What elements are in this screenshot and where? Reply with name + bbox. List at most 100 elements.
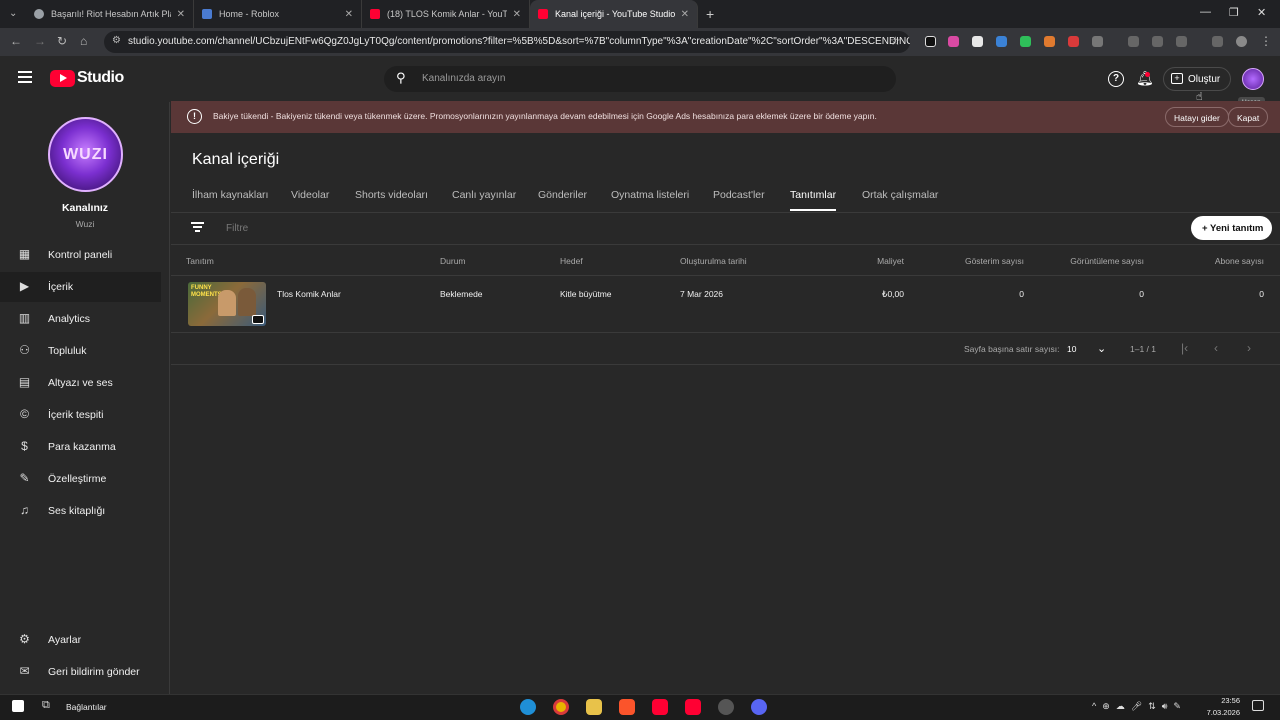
- tab-live[interactable]: Canlı yayınlar: [452, 189, 516, 201]
- back-icon[interactable]: ←: [10, 34, 22, 48]
- extension-icon[interactable]: [1044, 36, 1055, 47]
- column-header-views[interactable]: Görüntüleme sayısı: [1024, 256, 1144, 266]
- table-row[interactable]: [171, 276, 1280, 332]
- previous-page-icon[interactable]: ‹: [1214, 341, 1218, 355]
- channel-search-input[interactable]: ⚲ Kanalınızda arayın: [384, 66, 896, 92]
- column-header-impressions[interactable]: Gösterim sayısı: [904, 256, 1024, 266]
- sidebar-item-settings[interactable]: ⚙ Ayarlar: [0, 625, 161, 655]
- fix-error-button[interactable]: Hatayı gider: [1165, 107, 1229, 127]
- system-tray-icons[interactable]: ^⊕☁🎤︎⇅🔊︎✎: [1092, 701, 1187, 712]
- sidebar-item-audio-library[interactable]: ♫ Ses kitaplığı: [0, 496, 161, 526]
- tab-search-button[interactable]: ⌄: [0, 0, 26, 28]
- history-icon[interactable]: [1176, 36, 1187, 47]
- rows-per-page-value[interactable]: 10: [1067, 344, 1076, 354]
- close-icon[interactable]: ✕: [345, 9, 353, 20]
- column-header-cost[interactable]: Maliyet: [804, 256, 904, 266]
- edge-browser-icon[interactable]: [520, 699, 536, 715]
- close-icon[interactable]: ✕: [513, 9, 521, 20]
- tab-videos[interactable]: Videolar: [291, 189, 329, 201]
- extension-icon[interactable]: [948, 36, 959, 47]
- obs-icon[interactable]: [718, 699, 734, 715]
- new-promotion-button[interactable]: + Yeni tanıtım: [1191, 216, 1272, 240]
- promotion-views: 0: [1139, 289, 1144, 299]
- youtube-app-icon[interactable]: [685, 699, 701, 715]
- tab-shorts[interactable]: Shorts videoları: [355, 189, 428, 201]
- extensions-puzzle-icon[interactable]: [1092, 36, 1103, 47]
- filter-input[interactable]: Filtre: [226, 223, 248, 234]
- browser-tab-studio[interactable]: Kanal içeriği - YouTube Studio ✕: [530, 0, 698, 28]
- youtube-app-icon[interactable]: [652, 699, 668, 715]
- passwords-icon[interactable]: [1128, 36, 1139, 47]
- sidebar-item-copyright[interactable]: © İçerik tespiti: [0, 400, 161, 430]
- promotion-name[interactable]: Tlos Komik Anlar: [277, 289, 341, 299]
- browser-menu-icon[interactable]: ⋮: [1260, 34, 1272, 48]
- restore-icon[interactable]: ❐: [1229, 6, 1239, 19]
- notification-center-icon[interactable]: [1252, 700, 1264, 711]
- url-bar[interactable]: ⚙ studio.youtube.com/channel/UCbzujENtFw…: [104, 31, 910, 53]
- file-explorer-icon[interactable]: [586, 699, 602, 715]
- chrome-browser-icon[interactable]: [553, 699, 569, 715]
- minimize-icon[interactable]: —: [1200, 6, 1211, 18]
- browser-tab-roblox[interactable]: Home - Roblox ✕: [194, 0, 362, 28]
- column-header-subscribers[interactable]: Abone sayısı: [1144, 256, 1264, 266]
- close-banner-button[interactable]: Kapat: [1228, 107, 1269, 127]
- extension-icon[interactable]: [1020, 36, 1031, 47]
- reload-icon[interactable]: ↻: [57, 34, 67, 48]
- create-button[interactable]: + Oluştur: [1163, 67, 1231, 91]
- close-icon[interactable]: ✕: [177, 9, 185, 20]
- column-header-created[interactable]: Oluşturulma tarihi: [680, 256, 747, 266]
- chevron-down-icon[interactable]: ⌄: [1097, 342, 1106, 355]
- hamburger-menu-icon[interactable]: [18, 71, 32, 83]
- extension-icon[interactable]: [996, 36, 1007, 47]
- home-icon[interactable]: ⌂: [80, 34, 87, 48]
- browser-tab-youtube[interactable]: (18) TLOS Komik Anlar - YouTub ✕: [362, 0, 530, 28]
- clock-time[interactable]: 23:56: [1204, 696, 1240, 705]
- extension-icon[interactable]: [972, 36, 983, 47]
- extension-icon[interactable]: [1068, 36, 1079, 47]
- tab-collaborations[interactable]: Ortak çalışmalar: [862, 189, 938, 201]
- column-header-status[interactable]: Durum: [440, 256, 466, 266]
- windows-start-icon[interactable]: [12, 700, 24, 712]
- close-icon[interactable]: ✕: [681, 9, 689, 20]
- brave-browser-icon[interactable]: [619, 699, 635, 715]
- site-info-icon[interactable]: ⚙: [112, 35, 121, 46]
- sidebar-item-community[interactable]: ⚇ Topluluk: [0, 336, 161, 366]
- clock-date[interactable]: 7.03.2026: [1196, 708, 1240, 717]
- promotion-subscribers: 0: [1259, 289, 1264, 299]
- help-icon[interactable]: ?: [1108, 71, 1124, 87]
- discord-icon[interactable]: [751, 699, 767, 715]
- column-header-goal[interactable]: Hedef: [560, 256, 583, 266]
- column-header-promotion[interactable]: Tanıtım: [186, 256, 214, 266]
- tab-playlists[interactable]: Oynatma listeleri: [611, 189, 689, 201]
- channel-avatar[interactable]: WUZI: [48, 117, 123, 192]
- close-window-icon[interactable]: ✕: [1257, 6, 1266, 19]
- task-view-icon[interactable]: ⧉: [42, 699, 50, 712]
- sidebar-item-subtitles[interactable]: ▤ Altyazı ve ses: [0, 368, 161, 398]
- taskbar-links-label[interactable]: Bağlantılar: [66, 702, 107, 712]
- first-page-icon[interactable]: |‹: [1181, 341, 1188, 355]
- forward-icon[interactable]: →: [34, 34, 46, 48]
- sidebar-item-label: Geri bildirim gönder: [48, 666, 140, 678]
- sidebar-item-customization[interactable]: ✎ Özelleştirme: [0, 464, 161, 494]
- sidebar-item-content[interactable]: ▶ İçerik: [0, 272, 161, 302]
- youtube-logo-icon[interactable]: [50, 70, 75, 87]
- sidebar-item-dashboard[interactable]: ▦ Kontrol paneli: [0, 240, 161, 270]
- account-avatar[interactable]: [1242, 68, 1264, 90]
- sidebar-item-analytics[interactable]: ▥ Analytics: [0, 304, 161, 334]
- next-page-icon[interactable]: ›: [1247, 341, 1251, 355]
- cards-icon[interactable]: [1152, 36, 1163, 47]
- new-tab-button[interactable]: +: [698, 6, 714, 22]
- profile-avatar-icon[interactable]: [1236, 36, 1247, 47]
- filter-icon[interactable]: [191, 222, 204, 232]
- sidebar-item-monetization[interactable]: $ Para kazanma: [0, 432, 161, 462]
- promotion-thumbnail[interactable]: FUNNY MOMENTS: [188, 282, 266, 326]
- tab-podcasts[interactable]: Podcast'ler: [713, 189, 765, 201]
- reading-list-icon[interactable]: [1212, 36, 1223, 47]
- tab-posts[interactable]: Gönderiler: [538, 189, 587, 201]
- extension-icon[interactable]: [925, 36, 936, 47]
- browser-tab-riot[interactable]: Başarılı! Riot Hesabın Artık Platf ✕: [26, 0, 194, 28]
- sidebar-item-feedback[interactable]: ✉ Geri bildirim gönder: [0, 657, 161, 687]
- bookmark-star-icon[interactable]: ☆: [890, 34, 901, 48]
- tab-inspiration[interactable]: İlham kaynakları: [192, 189, 268, 201]
- tab-promotions[interactable]: Tanıtımlar: [790, 189, 836, 201]
